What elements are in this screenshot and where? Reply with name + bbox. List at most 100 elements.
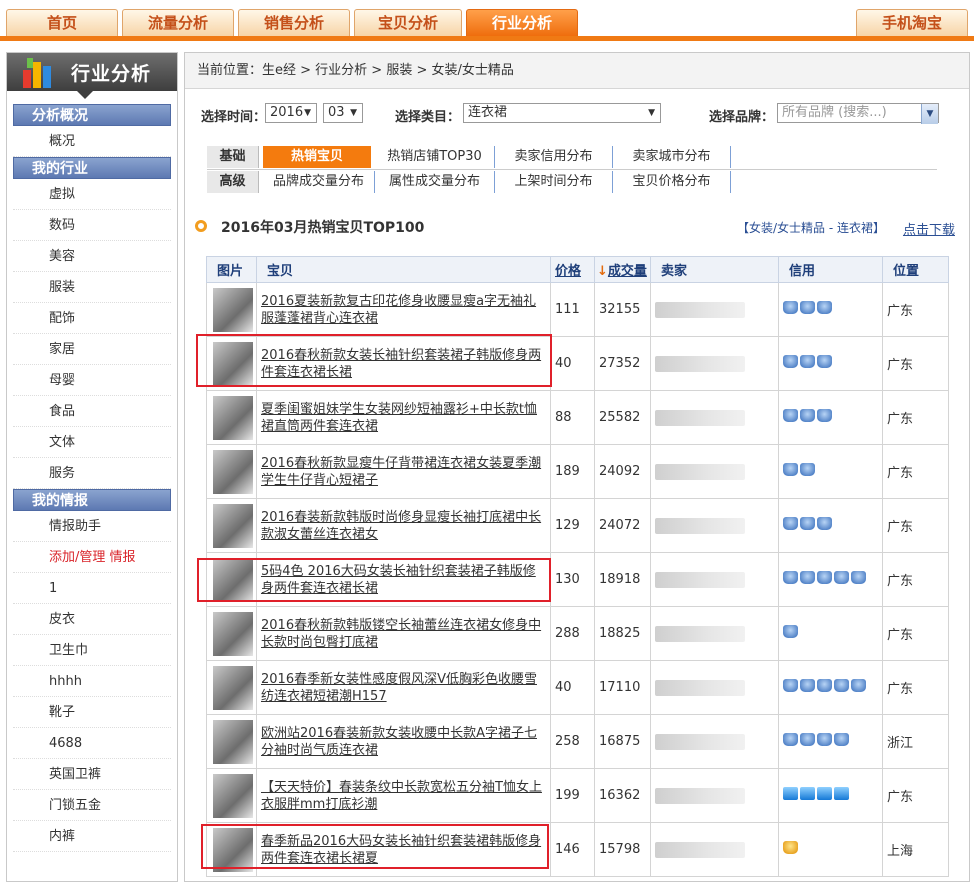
- sidebar-item[interactable]: 家居: [13, 334, 171, 365]
- tab-sales[interactable]: 销售分析: [238, 9, 350, 37]
- table-row: 2016春装新款韩版时尚修身显瘦长袖打底裙中长款淑女蕾丝连衣裙女 129 24072…: [206, 498, 949, 553]
- col-sales[interactable]: ↓成交量: [594, 256, 651, 283]
- sidebar-section-header[interactable]: 分析概况: [13, 104, 171, 126]
- seller-cell: [650, 660, 779, 715]
- item-price: 258: [550, 714, 595, 769]
- subtab-seller-city[interactable]: 卖家城市分布: [613, 146, 731, 168]
- sidebar-item[interactable]: 虚拟: [13, 179, 171, 210]
- item-image-cell[interactable]: [206, 444, 257, 499]
- item-location: 广东: [882, 390, 949, 445]
- download-link[interactable]: 点击下载: [903, 219, 955, 238]
- seller-cell: [650, 444, 779, 499]
- item-location: 广东: [882, 444, 949, 499]
- crown-icon: [783, 841, 798, 854]
- sidebar-section-header[interactable]: 我的情报: [13, 489, 171, 511]
- sidebar-section-header[interactable]: 我的行业: [13, 157, 171, 179]
- sidebar-item[interactable]: 服务: [13, 458, 171, 489]
- sidebar-item[interactable]: 母婴: [13, 365, 171, 396]
- item-price: 288: [550, 606, 595, 661]
- category-select[interactable]: 连衣裙 ▼: [463, 103, 661, 123]
- sidebar-item[interactable]: 数码: [13, 210, 171, 241]
- item-link[interactable]: 2016春秋新款韩版镂空长袖蕾丝连衣裙女修身中长款时尚包臀打底裙: [261, 617, 550, 651]
- item-link[interactable]: 夏季闺蜜姐妹学生女装网纱短袖露衫+中长款t恤裙直筒两件套连衣裙: [261, 401, 550, 435]
- sidebar-item[interactable]: 1: [13, 573, 171, 604]
- tab-mobile-taobao[interactable]: 手机淘宝: [856, 9, 968, 37]
- tab-traffic[interactable]: 流量分析: [122, 9, 234, 37]
- year-value: 2016: [270, 105, 304, 120]
- item-image-cell[interactable]: [206, 498, 257, 553]
- item-image-cell[interactable]: [206, 768, 257, 823]
- credit-cell: [778, 660, 883, 715]
- item-price: 199: [550, 768, 595, 823]
- item-link[interactable]: 欧洲站2016春装新款女装收腰中长款A字裙子七分袖时尚气质连衣裙: [261, 725, 550, 759]
- sidebar-item[interactable]: 英国卫裤: [13, 759, 171, 790]
- table-row: 2016春秋新款韩版镂空长袖蕾丝连衣裙女修身中长款时尚包臀打底裙 288 18825…: [206, 606, 949, 661]
- sidebar-item[interactable]: 配饰: [13, 303, 171, 334]
- sidebar-item[interactable]: 门锁五金: [13, 790, 171, 821]
- sidebar-item[interactable]: 皮衣: [13, 604, 171, 635]
- item-location: 广东: [882, 336, 949, 391]
- crown-icon: [817, 517, 832, 530]
- item-link[interactable]: 2016春装新款韩版时尚修身显瘦长袖打底裙中长款淑女蕾丝连衣裙女: [261, 509, 550, 543]
- sidebar-title: 行业分析: [71, 63, 152, 85]
- brand-combobox[interactable]: 所有品牌 (搜索...) ▼: [777, 103, 939, 124]
- subtab-listing-time[interactable]: 上架时间分布: [495, 171, 613, 193]
- sidebar-item[interactable]: 4688: [13, 728, 171, 759]
- subtab-attr-volume[interactable]: 属性成交量分布: [375, 171, 495, 193]
- crown-icon: [800, 301, 815, 314]
- highlight-box: [197, 558, 551, 602]
- tab-product[interactable]: 宝贝分析: [354, 9, 462, 37]
- sidebar-item[interactable]: 概况: [13, 126, 171, 157]
- subtab-price-dist[interactable]: 宝贝价格分布: [613, 171, 731, 193]
- seller-name-blurred: [655, 733, 745, 750]
- sidebar-item[interactable]: 卫生巾: [13, 635, 171, 666]
- subtab-seller-credit[interactable]: 卖家信用分布: [495, 146, 613, 168]
- sidebar-item[interactable]: 服装: [13, 272, 171, 303]
- item-thumbnail[interactable]: [213, 611, 253, 656]
- year-select[interactable]: 2016 ▼: [265, 103, 317, 123]
- tab-home[interactable]: 首页: [6, 9, 118, 37]
- item-thumbnail[interactable]: [213, 395, 253, 440]
- brand-dropdown-button[interactable]: ▼: [921, 104, 938, 124]
- crown-icon: [783, 625, 798, 638]
- sidebar-item[interactable]: 添加/管理 情报: [13, 542, 171, 573]
- sidebar-item[interactable]: 靴子: [13, 697, 171, 728]
- item-image-cell[interactable]: [206, 390, 257, 445]
- analysis-subtabs: 基础 热销宝贝TOP100 热销店铺TOP30 卖家信用分布 卖家城市分布 高级…: [207, 146, 937, 193]
- item-image-cell[interactable]: [206, 282, 257, 337]
- sidebar-item[interactable]: 食品: [13, 396, 171, 427]
- month-select[interactable]: 03 ▼: [323, 103, 363, 123]
- item-price: 129: [550, 498, 595, 553]
- item-thumbnail[interactable]: [213, 287, 253, 332]
- item-thumbnail[interactable]: [213, 665, 253, 710]
- subtab-hot-shops[interactable]: 热销店铺TOP30: [375, 146, 495, 168]
- subtab-hot-items[interactable]: 热销宝贝TOP100: [263, 146, 371, 186]
- crown-icon: [834, 733, 849, 746]
- item-link[interactable]: 【天天特价】春装条纹中长款宽松五分袖T恤女上衣服胖mm打底衫潮: [261, 779, 550, 813]
- seller-name-blurred: [655, 463, 745, 480]
- subtab-brand-volume[interactable]: 品牌成交量分布: [263, 171, 375, 193]
- item-link[interactable]: 2016夏装新款复古印花修身收腰显瘦a字无袖礼服蓬蓬裙背心连衣裙: [261, 293, 550, 327]
- item-image-cell[interactable]: [206, 714, 257, 769]
- item-link[interactable]: 2016春秋新款显瘦牛仔背带裙连衣裙女装夏季潮学生牛仔背心短裙子: [261, 455, 550, 489]
- sidebar-item[interactable]: 内裤: [13, 821, 171, 852]
- item-thumbnail[interactable]: [213, 773, 253, 818]
- item-link[interactable]: 2016春季新女装性感度假风深V低胸彩色收腰雪纺连衣裙短裙潮H157: [261, 671, 550, 705]
- crown-icon: [817, 355, 832, 368]
- col-credit: 信用: [778, 256, 883, 283]
- tab-industry[interactable]: 行业分析: [466, 9, 578, 37]
- sidebar-item[interactable]: 美容: [13, 241, 171, 272]
- sidebar-item[interactable]: 情报助手: [13, 511, 171, 542]
- col-price[interactable]: 价格: [550, 256, 595, 283]
- sidebar-item[interactable]: 文体: [13, 427, 171, 458]
- item-location: 上海: [882, 822, 949, 877]
- item-price: 189: [550, 444, 595, 499]
- item-image-cell[interactable]: [206, 660, 257, 715]
- seller-name-blurred: [655, 841, 745, 858]
- item-image-cell[interactable]: [206, 606, 257, 661]
- sidebar-item[interactable]: hhhh: [13, 666, 171, 697]
- item-thumbnail[interactable]: [213, 719, 253, 764]
- item-thumbnail[interactable]: [213, 503, 253, 548]
- category-label: 选择类目：: [395, 110, 461, 125]
- item-thumbnail[interactable]: [213, 449, 253, 494]
